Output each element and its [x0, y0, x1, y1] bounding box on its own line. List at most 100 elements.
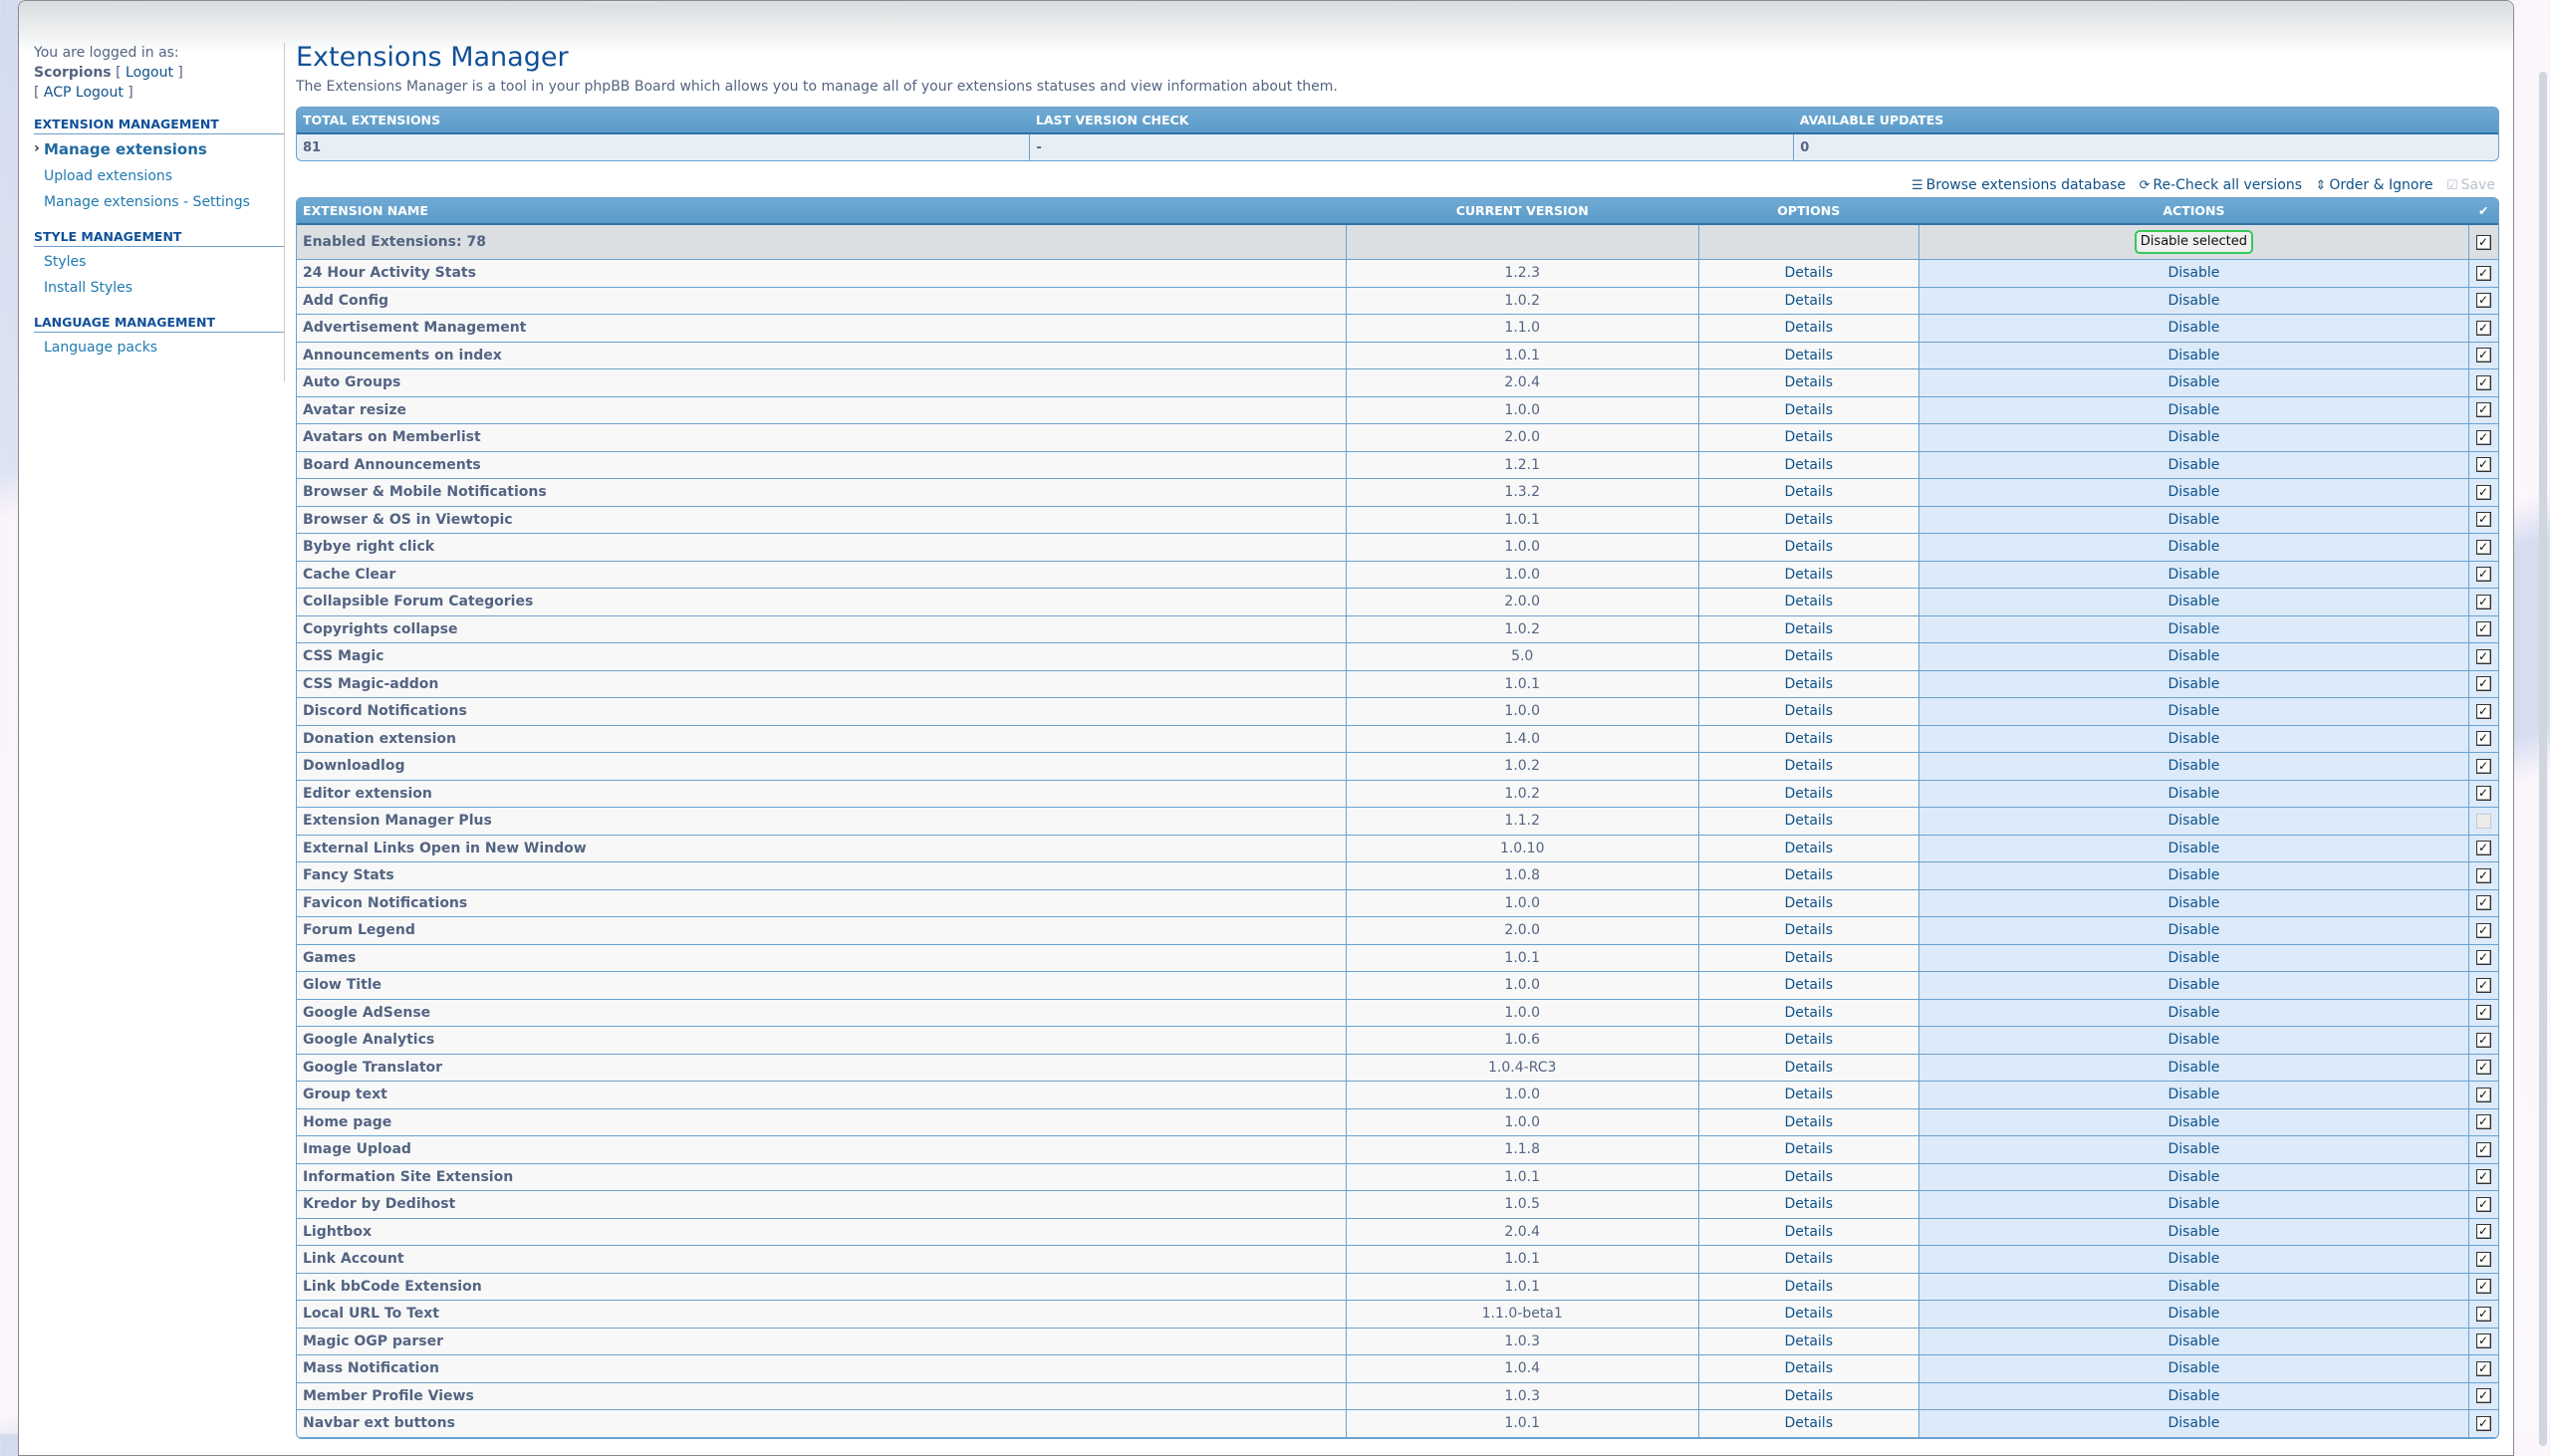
extension-select-checkbox[interactable] [2475, 1114, 2491, 1130]
extension-select-checkbox[interactable] [2475, 1279, 2491, 1295]
disable-link[interactable]: Disable [2168, 1279, 2219, 1295]
extension-select-checkbox[interactable] [2475, 1360, 2491, 1376]
extension-select-checkbox[interactable] [2475, 731, 2491, 747]
extension-select-checkbox[interactable] [2475, 1334, 2491, 1349]
extension-select-checkbox[interactable] [2475, 703, 2491, 719]
details-link[interactable]: Details [1784, 813, 1833, 829]
save-link[interactable]: ☑ Save [2446, 177, 2495, 193]
header-select-all-icon[interactable]: ✔ [2468, 198, 2498, 225]
details-link[interactable]: Details [1784, 348, 1833, 364]
sidebar-item[interactable]: Upload extensions [34, 163, 284, 189]
extension-select-checkbox[interactable] [2475, 265, 2491, 281]
details-link[interactable]: Details [1784, 676, 1833, 692]
extension-select-checkbox[interactable] [2475, 512, 2491, 528]
disable-link[interactable]: Disable [2168, 648, 2219, 664]
disable-link[interactable]: Disable [2168, 676, 2219, 692]
sidebar-item-link[interactable]: Language packs [44, 340, 157, 356]
disable-link[interactable]: Disable [2168, 786, 2219, 802]
extension-select-checkbox[interactable] [2475, 402, 2491, 418]
disable-link[interactable]: Disable [2168, 621, 2219, 637]
disable-link[interactable]: Disable [2168, 1360, 2219, 1376]
extension-select-checkbox[interactable] [2475, 895, 2491, 911]
sidebar-item[interactable]: Manage extensions - Settings [34, 189, 284, 215]
details-link[interactable]: Details [1784, 265, 1833, 281]
disable-link[interactable]: Disable [2168, 867, 2219, 883]
extension-select-checkbox[interactable] [2475, 348, 2491, 364]
extension-select-checkbox[interactable] [2475, 621, 2491, 637]
disable-link[interactable]: Disable [2168, 1032, 2219, 1048]
disable-link[interactable]: Disable [2168, 922, 2219, 938]
disable-link[interactable]: Disable [2168, 567, 2219, 583]
disable-link[interactable]: Disable [2168, 484, 2219, 500]
extension-select-checkbox[interactable] [2475, 841, 2491, 856]
disable-link[interactable]: Disable [2168, 977, 2219, 993]
sidebar-item[interactable]: Install Styles [34, 275, 284, 301]
details-link[interactable]: Details [1784, 1388, 1833, 1404]
acp-logout-link[interactable]: ACP Logout [44, 85, 124, 101]
extension-select-checkbox[interactable] [2475, 1415, 2491, 1431]
details-link[interactable]: Details [1784, 512, 1833, 528]
details-link[interactable]: Details [1784, 648, 1833, 664]
disable-selected-button[interactable]: Disable selected [2134, 230, 2254, 254]
order-ignore-link[interactable]: ⇕ Order & Ignore [2315, 177, 2432, 193]
details-link[interactable]: Details [1784, 950, 1833, 966]
extension-select-checkbox[interactable] [2475, 950, 2491, 966]
details-link[interactable]: Details [1784, 977, 1833, 993]
details-link[interactable]: Details [1784, 1279, 1833, 1295]
details-link[interactable]: Details [1784, 1224, 1833, 1240]
details-link[interactable]: Details [1784, 731, 1833, 747]
details-link[interactable]: Details [1784, 1360, 1833, 1376]
details-link[interactable]: Details [1784, 567, 1833, 583]
details-link[interactable]: Details [1784, 758, 1833, 774]
sidebar-item-link[interactable]: Manage extensions [44, 140, 207, 158]
details-link[interactable]: Details [1784, 1087, 1833, 1102]
disable-link[interactable]: Disable [2168, 813, 2219, 829]
extension-select-checkbox[interactable] [2475, 813, 2491, 829]
disable-link[interactable]: Disable [2168, 1005, 2219, 1021]
details-link[interactable]: Details [1784, 402, 1833, 418]
disable-link[interactable]: Disable [2168, 293, 2219, 309]
extension-select-checkbox[interactable] [2475, 1251, 2491, 1267]
disable-link[interactable]: Disable [2168, 950, 2219, 966]
details-link[interactable]: Details [1784, 841, 1833, 856]
disable-link[interactable]: Disable [2168, 594, 2219, 609]
disable-link[interactable]: Disable [2168, 1169, 2219, 1185]
details-link[interactable]: Details [1784, 594, 1833, 609]
details-link[interactable]: Details [1784, 1005, 1833, 1021]
details-link[interactable]: Details [1784, 895, 1833, 911]
details-link[interactable]: Details [1784, 1415, 1833, 1431]
disable-link[interactable]: Disable [2168, 348, 2219, 364]
extension-select-checkbox[interactable] [2475, 648, 2491, 664]
disable-link[interactable]: Disable [2168, 703, 2219, 719]
disable-link[interactable]: Disable [2168, 1415, 2219, 1431]
sidebar-item[interactable]: Language packs [34, 335, 284, 361]
details-link[interactable]: Details [1784, 293, 1833, 309]
disable-link[interactable]: Disable [2168, 539, 2219, 555]
extension-select-checkbox[interactable] [2475, 1087, 2491, 1102]
extension-select-checkbox[interactable] [2475, 484, 2491, 500]
extension-select-checkbox[interactable] [2475, 320, 2491, 336]
extension-select-checkbox[interactable] [2475, 1060, 2491, 1076]
extension-select-checkbox[interactable] [2475, 676, 2491, 692]
disable-link[interactable]: Disable [2168, 1334, 2219, 1349]
details-link[interactable]: Details [1784, 1251, 1833, 1267]
extension-select-checkbox[interactable] [2475, 293, 2491, 309]
extension-select-checkbox[interactable] [2475, 922, 2491, 938]
details-link[interactable]: Details [1784, 703, 1833, 719]
disable-link[interactable]: Disable [2168, 1224, 2219, 1240]
extension-select-checkbox[interactable] [2475, 374, 2491, 390]
extension-select-checkbox[interactable] [2475, 1224, 2491, 1240]
details-link[interactable]: Details [1784, 1169, 1833, 1185]
extension-select-checkbox[interactable] [2475, 429, 2491, 445]
details-link[interactable]: Details [1784, 1060, 1833, 1076]
disable-link[interactable]: Disable [2168, 1388, 2219, 1404]
details-link[interactable]: Details [1784, 1141, 1833, 1157]
details-link[interactable]: Details [1784, 621, 1833, 637]
disable-link[interactable]: Disable [2168, 374, 2219, 390]
details-link[interactable]: Details [1784, 539, 1833, 555]
disable-link[interactable]: Disable [2168, 1087, 2219, 1102]
disable-link[interactable]: Disable [2168, 895, 2219, 911]
details-link[interactable]: Details [1784, 484, 1833, 500]
details-link[interactable]: Details [1784, 457, 1833, 473]
extension-select-checkbox[interactable] [2475, 977, 2491, 993]
